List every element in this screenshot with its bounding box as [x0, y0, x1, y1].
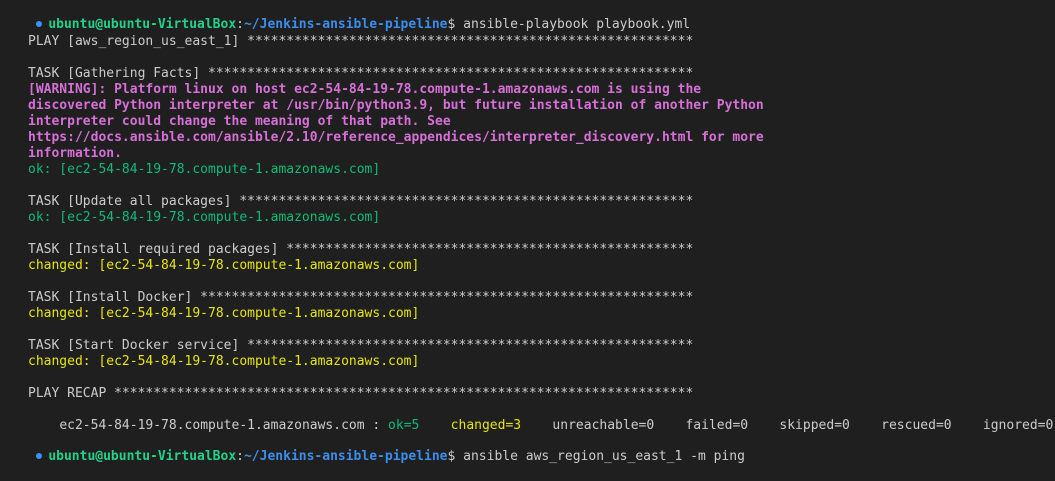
prompt-symbol: $ [447, 449, 456, 464]
play-recap-summary: ec2-54-84-19-78.compute-1.amazonaws.com … [28, 402, 1053, 433]
prompt-user-host: ubuntu@ubuntu-VirtualBox [48, 449, 237, 464]
prompt-separator: : [236, 449, 244, 464]
prompt-path: ~/Jenkins-ansible-pipeline [243, 449, 448, 464]
terminal-output[interactable]: ubuntu@ubuntu-VirtualBox:~/Jenkins-ansib… [0, 0, 1055, 464]
warning-line: discovered Python interpreter at /usr/bi… [28, 98, 764, 113]
prompt-command: ansible aws_region_us_east_1 -m ping [455, 449, 745, 464]
warning-line: [WARNING]: Platform linux on host ec2-54… [28, 82, 702, 97]
prompt-separator: : [236, 17, 244, 32]
task-result-ok: ok: [ec2-54-84-19-78.compute-1.amazonaws… [28, 162, 381, 177]
warning-link-line[interactable]: https://docs.ansible.com/ansible/2.10/re… [28, 130, 764, 146]
prompt-line: ubuntu@ubuntu-VirtualBox:~/Jenkins-ansib… [0, 1, 690, 32]
recap-gap [419, 418, 450, 433]
task-header-install-required-packages: TASK [Install required packages] *******… [28, 242, 694, 257]
next-prompt-line: ubuntu@ubuntu-VirtualBox:~/Jenkins-ansib… [0, 433, 745, 464]
task-result-changed: changed: [ec2-54-84-19-78.compute-1.amaz… [28, 306, 420, 321]
warning-line: information. [28, 146, 122, 161]
play-recap-header: PLAY RECAP *****************************… [28, 386, 694, 401]
task-result-changed: changed: [ec2-54-84-19-78.compute-1.amaz… [28, 354, 420, 369]
recap-host: ec2-54-84-19-78.compute-1.amazonaws.com … [59, 418, 389, 433]
task-result-changed: changed: [ec2-54-84-19-78.compute-1.amaz… [28, 258, 420, 273]
task-header-gathering-facts: TASK [Gathering Facts] *****************… [28, 66, 694, 81]
recap-other-counts: unreachable=0 failed=0 skipped=0 rescued… [521, 418, 1054, 433]
prompt-command: ansible-playbook playbook.yml [455, 17, 691, 32]
prompt-path: ~/Jenkins-ansible-pipeline [243, 17, 448, 32]
task-header-update-packages: TASK [Update all packages] *************… [28, 194, 694, 209]
task-header-install-docker: TASK [Install Docker] ******************… [28, 290, 694, 305]
task-header-start-docker: TASK [Start Docker service] ************… [28, 338, 694, 353]
prompt-user-host: ubuntu@ubuntu-VirtualBox [48, 17, 237, 32]
recap-changed-count: changed=3 [450, 418, 522, 433]
command-status-dot-icon[interactable] [36, 21, 43, 27]
warning-line: interpreter could change the meaning of … [28, 114, 451, 129]
recap-ok-count: ok=5 [388, 418, 420, 433]
task-result-ok: ok: [ec2-54-84-19-78.compute-1.amazonaws… [28, 210, 381, 225]
play-header: PLAY [aws_region_us_east_1] ************… [28, 34, 694, 49]
command-status-dot-icon[interactable] [36, 453, 43, 459]
